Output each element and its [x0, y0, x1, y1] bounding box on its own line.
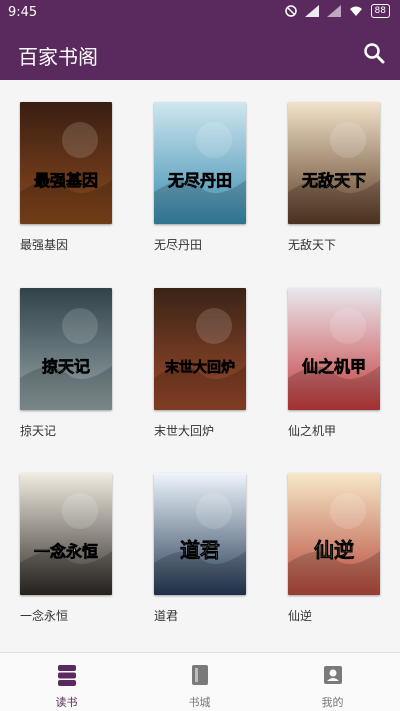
book-cover[interactable]: 无尽丹田: [154, 102, 246, 224]
status-icons: 88: [284, 4, 390, 18]
book-item[interactable]: 仙之机甲 仙之机甲: [288, 288, 398, 439]
book-item[interactable]: 仙逆 仙逆: [288, 473, 398, 624]
battery-indicator: 88: [370, 4, 390, 18]
book-cover[interactable]: 无敌天下: [288, 102, 380, 224]
book-grid: 最强基因 最强基因 无尽丹田 无尽丹田 无敌天下 无敌天下 掠天记 掠天记 末世…: [0, 80, 400, 652]
book-cover[interactable]: 一念永恒: [20, 473, 112, 595]
app-title: 百家书阁: [18, 45, 98, 69]
bottom-nav: 读书 书城 我的: [0, 652, 400, 711]
profile-icon: [323, 666, 342, 684]
tab-bookstore[interactable]: 书城: [133, 653, 266, 711]
tab-read[interactable]: 读书: [0, 653, 133, 711]
book-title: 仙之机甲: [288, 424, 337, 438]
cover-title: 仙逆: [314, 538, 354, 562]
wifi-icon: [349, 6, 362, 16]
book-title: 掠天记: [20, 424, 57, 438]
book-cover[interactable]: 末世大回炉: [154, 288, 246, 410]
book-title: 无尽丹田: [154, 238, 203, 252]
book-item[interactable]: 最强基因 最强基因: [20, 102, 130, 253]
cover-title: 掠天记: [42, 357, 90, 376]
search-icon[interactable]: [362, 41, 386, 65]
tab-label: 读书: [55, 696, 78, 709]
cover-title: 无尽丹田: [167, 171, 232, 190]
status-bar: 9:45 88: [0, 0, 400, 26]
book-item[interactable]: 末世大回炉 末世大回炉: [154, 288, 264, 439]
cover-title: 仙之机甲: [302, 357, 366, 376]
status-time: 9:45: [8, 5, 38, 20]
book-title: 道君: [154, 609, 179, 623]
book-item[interactable]: 掠天记 掠天记: [20, 288, 130, 439]
app-bar: 百家书阁: [0, 26, 400, 80]
book-item[interactable]: 道君 道君: [154, 473, 264, 624]
signal-icon-2: [326, 5, 341, 17]
tab-label: 书城: [188, 696, 211, 709]
book-title: 仙逆: [288, 609, 313, 623]
book-title: 无敌天下: [288, 238, 337, 252]
book-cover[interactable]: 仙逆: [288, 473, 380, 595]
book-item[interactable]: 无敌天下 无敌天下: [288, 102, 398, 253]
book-cover[interactable]: 仙之机甲: [288, 288, 380, 410]
cover-title: 道君: [180, 538, 220, 562]
tab-mine[interactable]: 我的: [266, 653, 399, 711]
cover-title: 最强基因: [34, 171, 98, 190]
book-icon: [191, 665, 208, 685]
signal-icon: [304, 5, 319, 17]
dnd-icon: [284, 5, 297, 17]
book-item[interactable]: 无尽丹田 无尽丹田: [154, 102, 264, 253]
book-cover[interactable]: 掠天记: [20, 288, 112, 410]
book-title: 最强基因: [20, 238, 69, 252]
book-cover[interactable]: 道君: [154, 473, 246, 595]
cover-title: 末世大回炉: [165, 359, 235, 376]
tab-label: 我的: [321, 696, 344, 709]
cover-title: 无敌天下: [301, 171, 366, 190]
cover-title: 一念永恒: [34, 542, 98, 561]
book-cover[interactable]: 最强基因: [20, 102, 112, 224]
book-item[interactable]: 一念永恒 一念永恒: [20, 473, 130, 624]
book-title: 一念永恒: [20, 609, 69, 623]
book-title: 末世大回炉: [154, 424, 215, 438]
stack-icon: [57, 665, 76, 686]
